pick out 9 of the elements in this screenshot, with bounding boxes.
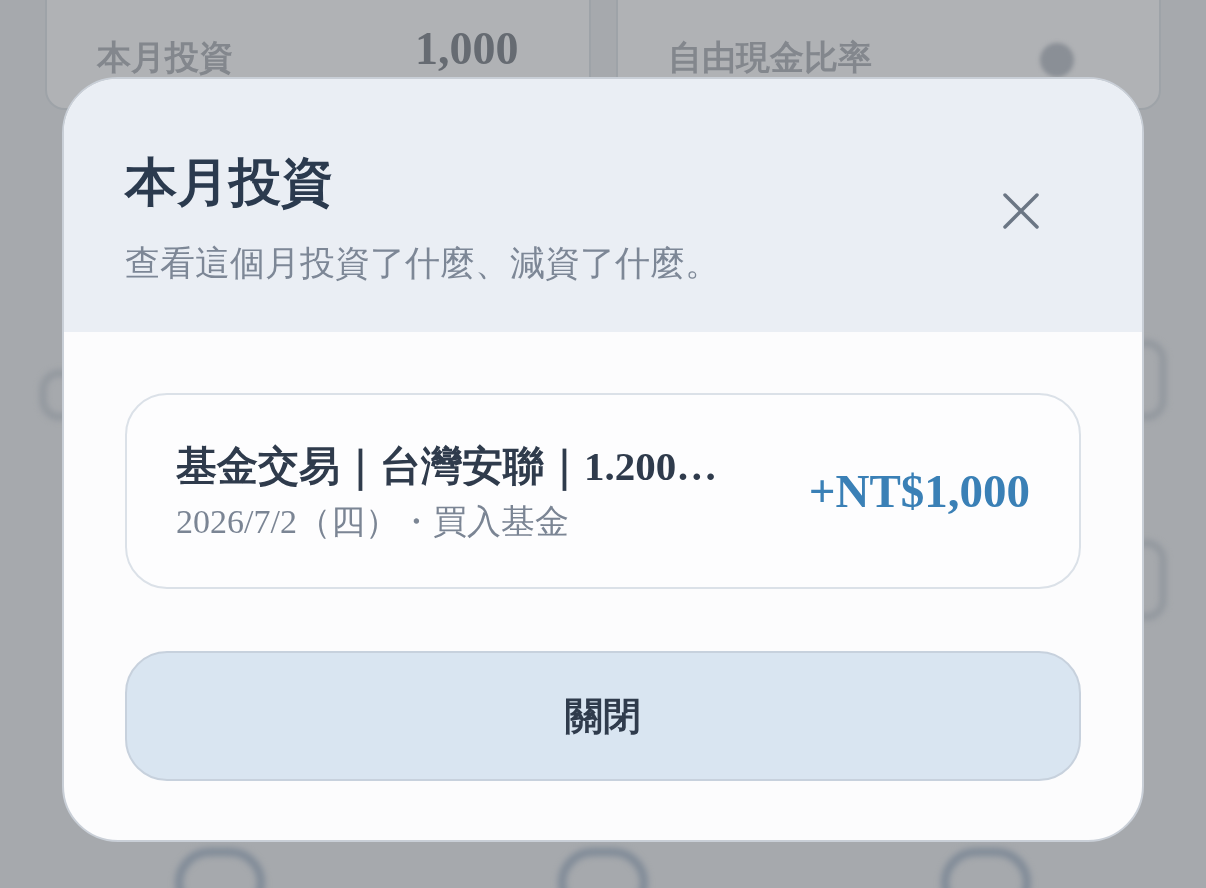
dialog-subtitle: 查看這個月投資了什麼、減資了什麼。 <box>125 242 720 285</box>
close-icon[interactable] <box>1002 191 1040 230</box>
transaction-title: 基金交易｜台灣安聯｜1.200… <box>176 442 718 491</box>
card-value: 1,000 <box>415 22 519 76</box>
transaction-card[interactable]: 基金交易｜台灣安聯｜1.200… 2026/7/2（四）・買入基金 +NT$1,000 <box>125 393 1081 589</box>
close-button[interactable]: 關閉 <box>125 651 1081 781</box>
transaction-detail: 2026/7/2（四）・買入基金 <box>176 502 570 542</box>
dialog-title: 本月投資 <box>125 152 334 213</box>
transaction-amount: +NT$1,000 <box>808 463 1030 519</box>
